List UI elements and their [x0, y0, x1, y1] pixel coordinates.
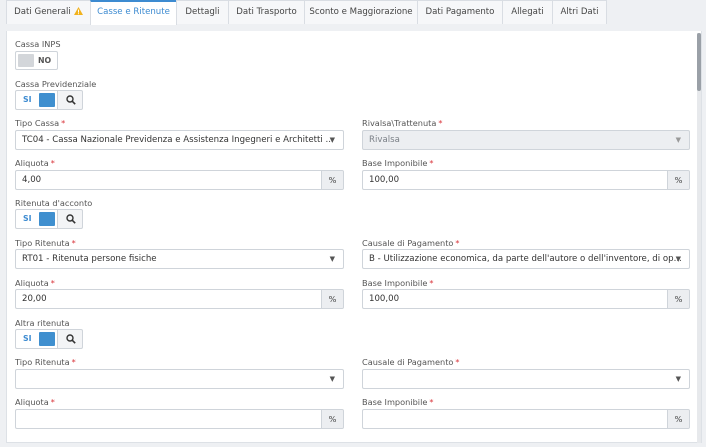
toggle-state: NO — [38, 56, 52, 65]
tab-dati-generali[interactable]: Dati Generali — [6, 0, 91, 24]
cassa-inps-toggle[interactable]: NO — [15, 51, 58, 70]
toggle-state: SI — [23, 214, 32, 223]
causale-pagamento-1-select[interactable]: B - Utilizzazione economica, da parte de… — [362, 249, 690, 269]
ritenuta-base-imponibile-2-label: Base Imponibile * — [362, 397, 434, 407]
toggle-switch[interactable]: SI — [15, 209, 58, 229]
toggle-knob — [39, 93, 55, 107]
tab-label: Sconto e Maggiorazione — [309, 7, 413, 17]
percent-addon: % — [667, 290, 689, 308]
chevron-down-icon: ▼ — [675, 136, 681, 144]
ritenuta-acconto-search-button[interactable] — [57, 209, 83, 229]
tab-allegati[interactable]: Allegati — [502, 0, 553, 24]
tab-casse-e-ritenute[interactable]: Casse e Ritenute — [90, 0, 177, 25]
toggle-switch[interactable]: SI — [15, 329, 58, 349]
tab-dati-trasporto[interactable]: Dati Trasporto — [228, 0, 305, 24]
input-value: 100,00 — [369, 175, 400, 185]
tab-label: Dati Trasporto — [236, 7, 297, 17]
tab-altri-dati[interactable]: Altri Dati — [552, 0, 607, 24]
toggle-knob — [39, 332, 55, 346]
tab-dettagli[interactable]: Dettagli — [176, 0, 229, 24]
vertical-scrollbar-track[interactable] — [697, 33, 701, 443]
percent-addon: % — [321, 171, 343, 189]
tipo-cassa-label: Tipo Cassa * — [15, 118, 66, 128]
cassa-previdenziale-search-button[interactable] — [57, 90, 83, 110]
chevron-down-icon: ▼ — [329, 375, 335, 383]
ritenuta-base-imponibile-2-input[interactable]: % — [362, 409, 690, 429]
ritenuta-base-imponibile-1-label: Base Imponibile * — [362, 278, 434, 288]
percent-addon: % — [321, 410, 343, 428]
chevron-down-icon: ▼ — [329, 136, 335, 144]
tab-label: Dettagli — [185, 7, 220, 17]
percent-addon: % — [667, 410, 689, 428]
cassa-base-imponibile-input[interactable]: 100,00 % — [362, 170, 690, 190]
toggle-state: SI — [23, 334, 32, 343]
select-value: Rivalsa — [369, 135, 400, 145]
toggle-knob — [39, 212, 55, 226]
select-value: TC04 - Cassa Nazionale Previdenza e Assi… — [22, 135, 334, 145]
altra-ritenuta-label: Altra ritenuta — [15, 318, 70, 328]
ritenuta-aliquota-2-input[interactable]: % — [15, 409, 344, 429]
warning-icon — [73, 2, 83, 25]
tipo-ritenuta-1-label: Tipo Ritenuta * — [15, 238, 76, 248]
ritenuta-acconto-label: Ritenuta d'acconto — [15, 198, 93, 208]
search-icon — [66, 214, 76, 224]
causale-pagamento-2-select[interactable]: ▼ — [362, 369, 690, 389]
rivalsa-trattenuta-label: Rivalsa\Trattenuta * — [362, 118, 443, 128]
input-value: 20,00 — [22, 294, 47, 304]
tipo-cassa-select[interactable]: TC04 - Cassa Nazionale Previdenza e Assi… — [15, 130, 344, 150]
ritenuta-aliquota-2-label: Aliquota * — [15, 397, 55, 407]
select-value: B - Utilizzazione economica, da parte de… — [369, 254, 682, 264]
tipo-ritenuta-2-label: Tipo Ritenuta * — [15, 357, 76, 367]
tab-label: Allegati — [511, 7, 544, 17]
percent-addon: % — [321, 290, 343, 308]
toggle-switch[interactable]: SI — [15, 90, 58, 110]
causale-pagamento-1-label: Causale di Pagamento * — [362, 238, 460, 248]
chevron-down-icon: ▼ — [675, 375, 681, 383]
ritenuta-aliquota-1-input[interactable]: 20,00 % — [15, 289, 344, 309]
cassa-previdenziale-toggle[interactable]: SI — [15, 90, 83, 110]
chevron-down-icon: ▼ — [675, 255, 681, 263]
altra-ritenuta-toggle[interactable]: SI — [15, 329, 83, 349]
select-value: RT01 - Ritenuta persone fisiche — [22, 254, 157, 264]
chevron-down-icon: ▼ — [329, 255, 335, 263]
ritenuta-aliquota-1-label: Aliquota * — [15, 278, 55, 288]
tab-label: Dati Pagamento — [425, 7, 495, 17]
search-icon — [66, 95, 76, 105]
tab-sconto-e-maggiorazione[interactable]: Sconto e Maggiorazione — [304, 0, 418, 24]
toggle-knob — [18, 54, 34, 67]
input-value: 4,00 — [22, 175, 42, 185]
ritenuta-base-imponibile-1-input[interactable]: 100,00 % — [362, 289, 690, 309]
search-icon — [66, 334, 76, 344]
tab-dati-pagamento[interactable]: Dati Pagamento — [417, 0, 503, 24]
vertical-scrollbar-thumb[interactable] — [697, 33, 701, 91]
ritenuta-acconto-toggle[interactable]: SI — [15, 209, 83, 229]
tab-label: Altri Dati — [560, 7, 599, 17]
cassa-base-imponibile-label: Base Imponibile * — [362, 158, 434, 168]
tipo-ritenuta-2-select[interactable]: ▼ — [15, 369, 344, 389]
input-value: 100,00 — [369, 294, 400, 304]
tab-label: Dati Generali — [14, 7, 71, 17]
percent-addon: % — [667, 171, 689, 189]
toggle-state: SI — [23, 95, 32, 104]
rivalsa-trattenuta-select: Rivalsa ▼ — [362, 130, 690, 150]
causale-pagamento-2-label: Causale di Pagamento * — [362, 357, 460, 367]
tipo-ritenuta-1-select[interactable]: RT01 - Ritenuta persone fisiche ▼ — [15, 249, 344, 269]
tab-label: Casse e Ritenute — [97, 7, 170, 17]
cassa-inps-label: Cassa INPS — [15, 39, 61, 49]
cassa-previdenziale-label: Cassa Previdenziale — [15, 79, 97, 89]
altra-ritenuta-search-button[interactable] — [57, 329, 83, 349]
cassa-aliquota-label: Aliquota * — [15, 158, 55, 168]
cassa-aliquota-input[interactable]: 4,00 % — [15, 170, 344, 190]
